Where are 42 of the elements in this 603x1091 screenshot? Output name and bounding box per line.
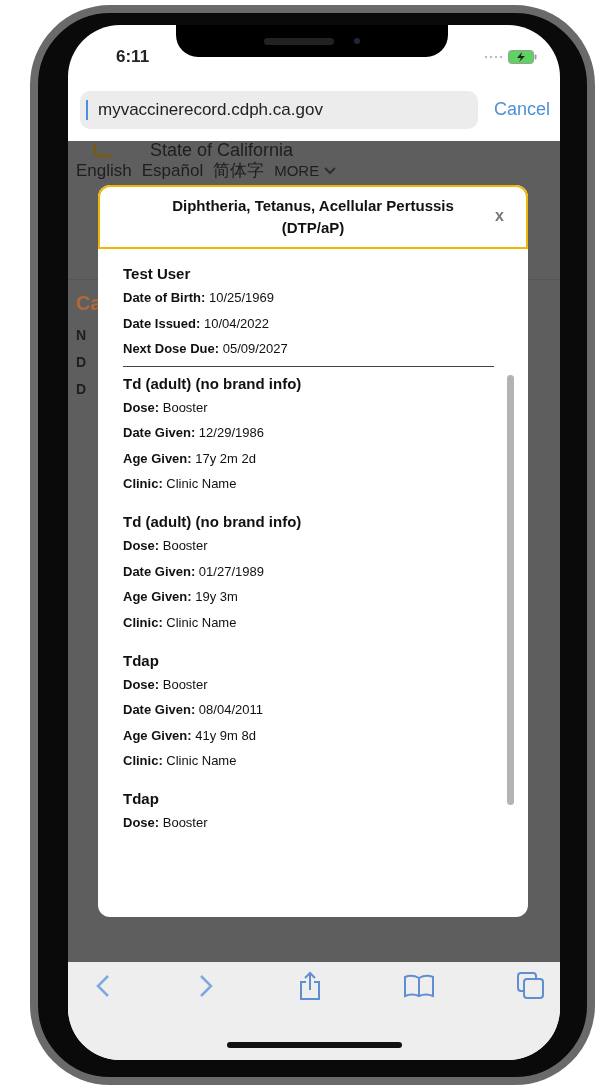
dose-field: Age Given: 41y 9m 8d [123, 727, 484, 745]
record-field: Next Dose Due: 05/09/2027 [123, 341, 514, 358]
share-icon[interactable] [298, 971, 322, 1001]
dose-field: Age Given: 17y 2m 2d [123, 450, 484, 468]
dose-field: Dose: Booster [123, 538, 484, 555]
dialog-title: Diphtheria, Tetanus, Acellular Pertussis (DTP/aP) [171, 196, 455, 238]
patient-name: Test User [123, 265, 192, 282]
dose-field: Clinic: Clinic Name [123, 476, 484, 493]
record-field: Date of Birth: 10/25/1969 [123, 290, 514, 307]
close-button[interactable]: x [495, 207, 504, 225]
language-link[interactable]: 简体字 [213, 161, 265, 181]
dose-field: Age Given: 19y 3m [123, 589, 484, 606]
language-link[interactable]: English [76, 161, 132, 181]
signal-dots-icon [484, 55, 504, 59]
field-label: D [76, 354, 87, 370]
address-field[interactable]: myvaccinerecord.cdph.ca.gov [80, 91, 478, 129]
field-label: D [76, 381, 87, 397]
field-label: N [76, 327, 87, 343]
vaccine-name: Td (adult) (no brand info) [123, 374, 303, 392]
dose-field: Clinic: Clinic Name [123, 753, 484, 770]
scrollbar-thumb[interactable] [507, 374, 514, 805]
home-indicator[interactable] [226, 1042, 402, 1048]
status-time: 6:11 [116, 47, 150, 67]
chevron-down-icon [324, 167, 337, 175]
dose-field: Dose: Booster [123, 815, 484, 832]
dose-field: Date Given: 08/04/2011 [123, 702, 484, 719]
more-menu[interactable]: MORE [274, 161, 337, 181]
cancel-button[interactable]: Cancel [493, 91, 550, 128]
dose-field: Date Given: 01/27/1989 [123, 563, 484, 581]
battery-charging-icon [508, 50, 538, 64]
vaccine-name: Td (adult) (no brand info) [123, 513, 303, 530]
dose-field: Clinic: Clinic Name [123, 614, 484, 632]
dose-field: Dose: Booster [123, 676, 484, 694]
vaccine-name: Tdap [123, 790, 160, 807]
record-field: Date Issued: 10/04/2022 [123, 315, 514, 333]
dose-field: Dose: Booster [123, 399, 484, 417]
site-name: State of California [150, 141, 294, 161]
vaccine-name: Tdap [123, 651, 160, 669]
tabs-icon[interactable] [516, 971, 546, 1001]
dose-field: Date Given: 12/29/1986 [123, 425, 484, 442]
bookmarks-icon[interactable] [403, 973, 435, 999]
language-link[interactable]: Español [141, 161, 204, 181]
